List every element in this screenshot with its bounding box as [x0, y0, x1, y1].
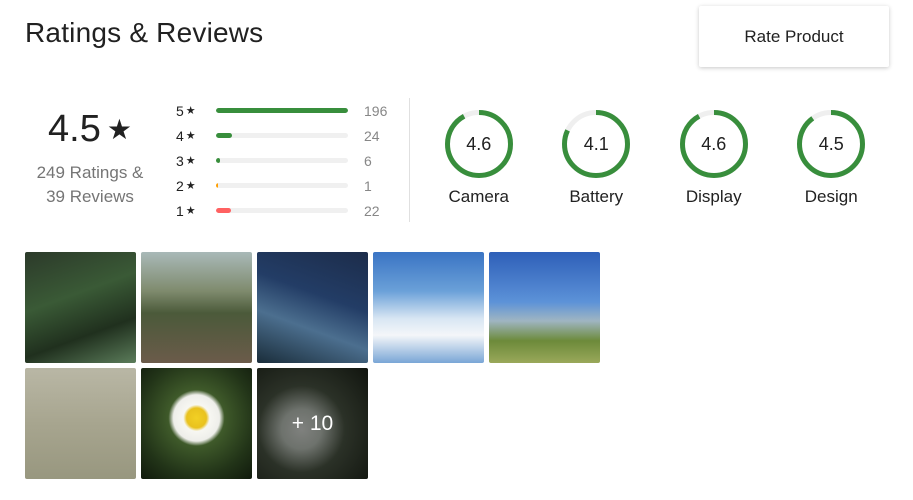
star-icon: ★	[185, 130, 196, 142]
star-icon: ★	[185, 180, 196, 192]
aspect-score: 4.6	[701, 133, 727, 154]
review-photo[interactable]	[489, 252, 600, 363]
distribution-bar	[216, 133, 348, 138]
score-ring: 4.6	[679, 110, 748, 178]
distribution-bar-fill	[216, 208, 231, 213]
aspect-label: Display	[685, 187, 742, 206]
distribution-bar	[216, 208, 348, 213]
distribution-row: 1 ★ 22	[176, 198, 406, 223]
star-count: 1	[176, 202, 184, 219]
aspect-label: Camera	[448, 187, 509, 206]
distribution-bar-fill	[216, 183, 218, 188]
photo-gallery: + 10	[25, 252, 600, 479]
distribution-count: 1	[364, 177, 372, 194]
distribution-star-label: 1 ★	[176, 203, 204, 219]
section-divider	[409, 98, 410, 222]
distribution-row: 2 ★ 1	[176, 173, 406, 198]
star-icon: ★	[185, 155, 196, 167]
aspect-score: 4.5	[818, 133, 844, 154]
distribution-bar-fill	[216, 158, 221, 163]
review-photo[interactable]	[257, 252, 368, 363]
reviews-count: 39 Reviews	[46, 187, 134, 206]
distribution-star-label: 5 ★	[176, 103, 204, 119]
distribution-bar	[216, 158, 348, 163]
aspect-design[interactable]: 4.5 Design	[773, 110, 891, 207]
score-ring: 4.6	[444, 110, 513, 178]
ratings-count: 249 Ratings &	[36, 163, 144, 182]
review-photo[interactable]	[25, 252, 136, 363]
aspect-label: Battery	[569, 187, 624, 206]
score-ring: 4.1	[562, 110, 631, 178]
rate-product-button[interactable]: Rate Product	[699, 6, 889, 67]
distribution-bar	[216, 183, 348, 188]
review-photo[interactable]	[373, 252, 484, 363]
distribution-row: 4 ★ 24	[176, 123, 406, 148]
rating-counts: 249 Ratings & 39 Reviews	[20, 161, 160, 209]
star-count: 4	[176, 127, 184, 144]
distribution-row: 3 ★ 6	[176, 148, 406, 173]
star-icon: ★	[185, 205, 196, 217]
review-photo[interactable]	[141, 252, 252, 363]
distribution-star-label: 3 ★	[176, 153, 204, 169]
star-icon: ★	[185, 105, 196, 117]
distribution-count: 6	[364, 152, 372, 169]
distribution-bar	[216, 108, 348, 113]
distribution-bar-fill	[216, 108, 348, 113]
aspect-battery[interactable]: 4.1 Battery	[538, 110, 656, 207]
overall-rating: 4.5 ★ 249 Ratings & 39 Reviews	[20, 108, 160, 209]
star-icon: ★	[106, 114, 132, 145]
aspect-display[interactable]: 4.6 Display	[655, 110, 773, 207]
more-photos-label: + 10	[257, 368, 368, 479]
aspect-score: 4.6	[466, 133, 492, 154]
review-photo[interactable]	[141, 368, 252, 479]
review-photo[interactable]	[25, 368, 136, 479]
distribution-count: 24	[364, 127, 380, 144]
star-count: 5	[176, 102, 184, 119]
distribution-count: 22	[364, 202, 380, 219]
aspect-camera[interactable]: 4.6 Camera	[420, 110, 538, 207]
aspect-label: Design	[804, 187, 858, 206]
distribution-star-label: 4 ★	[176, 128, 204, 144]
star-count: 2	[176, 177, 184, 194]
page-title: Ratings & Reviews	[25, 17, 264, 48]
distribution-row: 5 ★ 196	[176, 98, 406, 123]
aspect-ratings: 4.6 Camera 4.1 Battery 4.6 Display 4.5 D…	[420, 110, 890, 207]
score-ring: 4.5	[797, 110, 866, 178]
rating-distribution: 5 ★ 196 4 ★ 24 3 ★ 6 2 ★ 1 1 ★ 22	[176, 98, 406, 223]
more-photos-button[interactable]: + 10	[257, 368, 368, 479]
distribution-bar-fill	[216, 133, 233, 138]
aspect-score: 4.1	[583, 133, 609, 154]
star-count: 3	[176, 152, 184, 169]
average-value: 4.5	[48, 108, 101, 150]
average-rating: 4.5 ★	[20, 108, 160, 151]
distribution-count: 196	[364, 102, 388, 119]
distribution-star-label: 2 ★	[176, 178, 204, 194]
